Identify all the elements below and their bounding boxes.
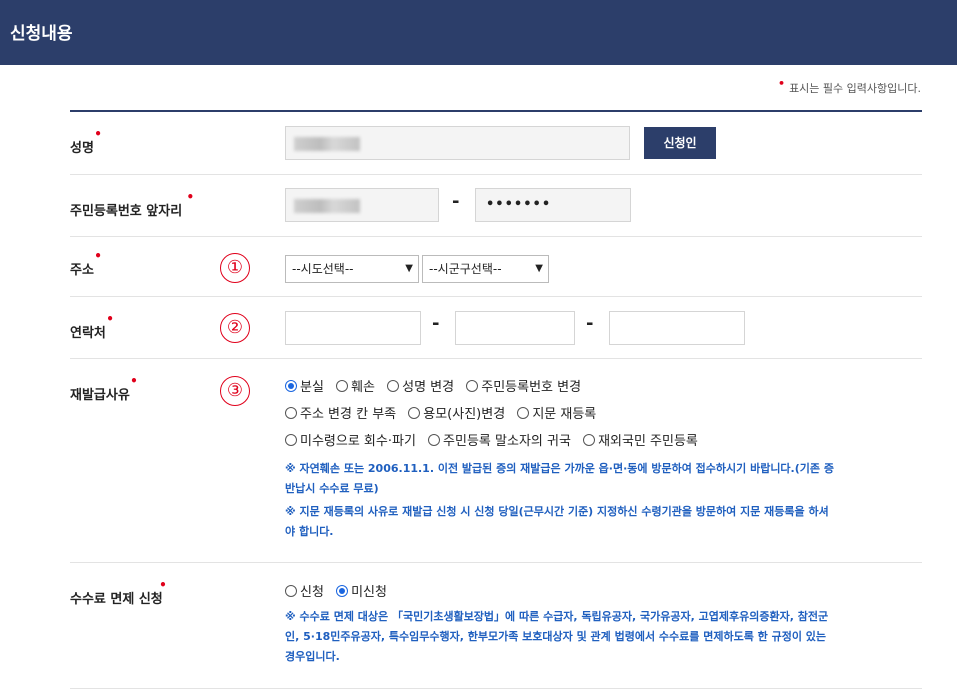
radio-icon [408,407,421,419]
reason-option-overseas[interactable]: 재외국민 주민등록 [583,430,698,449]
row-address: 주소 • ① --시도선택-- ▼ --시군구선택-- ▼ [70,237,922,297]
step-3-badge: ③ [220,376,250,406]
required-marker: • [186,190,195,204]
row-rrn: 주민등록번호 앞자리 • - ••••••• [70,175,922,237]
required-marker: • [94,127,102,141]
reason-option-lost[interactable]: 분실 [285,376,324,395]
fee-option-not-apply[interactable]: 미신청 [336,581,387,600]
required-marker: • [94,249,102,263]
phone-part3-input[interactable] [609,311,745,345]
masked-value [294,137,360,151]
radio-icon [387,380,400,392]
reason-option-photo-change[interactable]: 용모(사진)변경 [408,403,505,422]
address-label: 주소 • [70,249,102,278]
fee-options: 신청 미신청 [285,581,395,600]
fee-option-apply[interactable]: 신청 [285,581,324,600]
radio-icon [583,434,596,446]
radio-icon [285,407,297,419]
row-fee-exemption: 수수료 면제 신청 • 신청 미신청 ※ 수수료 면제 대상은 「국민기초생활보장… [70,563,922,689]
reason-option-return[interactable]: 주민등록 말소자의 귀국 [428,430,571,449]
sigungu-select[interactable]: --시군구선택-- ▼ [422,255,549,283]
radio-icon [336,380,349,392]
reason-option-rrn-change[interactable]: 주민등록번호 변경 [466,376,581,395]
name-input[interactable] [285,126,630,160]
rrn-front-input[interactable] [285,188,439,222]
row-contact: 연락처 • ② - - [70,297,922,359]
phone-separator-2: - [586,313,594,334]
sido-select[interactable]: --시도선택-- ▼ [285,255,419,283]
masked-value [294,199,360,213]
contact-label: 연락처 • [70,312,114,341]
chevron-down-icon: ▼ [535,263,543,274]
phone-part2-input[interactable] [455,311,575,345]
required-notice-text: 표시는 필수 입력사항입니다. [789,82,921,95]
radio-icon [285,585,297,597]
radio-icon [466,380,479,392]
fee-label: 수수료 면제 신청 • [70,578,167,607]
radio-icon [285,434,297,446]
rrn-separator: - [452,191,460,212]
radio-selected-icon [336,585,349,597]
radio-selected-icon [285,380,297,392]
row-reason: 재발급사유 • ③ 분실 훼손 성명 변경 주민등록번호 변경 주소 변경 칸 부… [70,359,922,563]
reason-option-unreceived[interactable]: 미수령으로 회수·파기 [285,430,416,449]
required-marker: • [130,374,138,388]
reason-option-name-change[interactable]: 성명 변경 [387,376,454,395]
page-title: 신청내용 [10,24,73,44]
phone-part1-input[interactable] [285,311,421,345]
row-name: 성명 • 신청인 [70,112,922,175]
reason-option-address-full[interactable]: 주소 변경 칸 부족 [285,403,396,422]
fee-note: ※ 수수료 면제 대상은 「국민기초생활보장법」에 따른 수급자, 독립유공자,… [285,610,829,663]
reason-note-2: ※ 지문 재등록의 사유로 재발급 신청 시 신청 당일(근무시간 기준) 지정… [285,505,829,538]
name-label: 성명 • [70,127,102,156]
reason-options-line-1: 분실 훼손 성명 변경 주민등록번호 변경 [285,376,589,395]
reason-label: 재발급사유 • [70,374,138,403]
required-marker: • [159,578,167,592]
radio-icon [517,407,530,419]
reason-note-1: ※ 자연훼손 또는 2006.11.1. 이전 발급된 증의 재발급은 가까운 … [285,462,834,495]
reason-options-line-2: 주소 변경 칸 부족 용모(사진)변경 지문 재등록 [285,403,604,422]
required-notice: • 표시는 필수 입력사항입니다. [778,77,921,96]
step-1-badge: ① [220,253,250,283]
step-2-badge: ② [220,313,250,343]
reason-option-fingerprint[interactable]: 지문 재등록 [517,403,596,422]
page-header: 신청내용 [0,0,957,65]
required-marker: • [778,77,786,90]
phone-separator-1: - [432,313,440,334]
reason-option-damaged[interactable]: 훼손 [336,376,375,395]
rrn-label: 주민등록번호 앞자리 • [70,190,195,219]
reason-options-line-3: 미수령으로 회수·파기 주민등록 말소자의 귀국 재외국민 주민등록 [285,430,706,449]
radio-icon [428,434,441,446]
required-marker: • [106,312,114,326]
applicant-button[interactable]: 신청인 [644,127,716,159]
chevron-down-icon: ▼ [405,263,413,274]
rrn-back-input[interactable]: ••••••• [475,188,631,222]
